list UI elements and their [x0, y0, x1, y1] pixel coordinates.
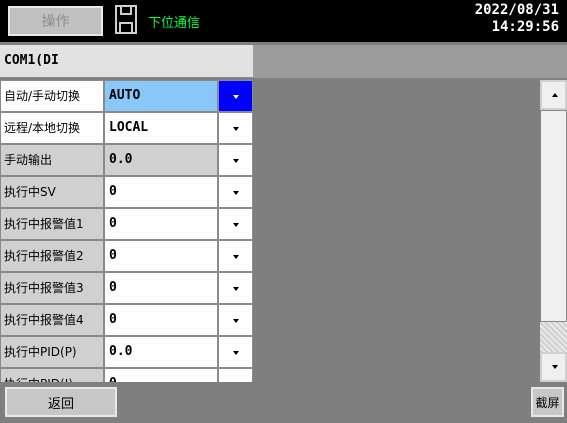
table-row: 自动/手动切换 AUTO [0, 80, 253, 112]
chevron-down-icon[interactable] [218, 368, 253, 382]
table-row: 执行中报警值4 0 [0, 304, 253, 336]
empty-panel [253, 80, 567, 382]
vertical-scrollbar[interactable] [540, 80, 567, 382]
parameter-table: 自动/手动切换 AUTO 远程/本地切换 LOCAL 手动输出 0.0 执行中S… [0, 80, 253, 382]
chevron-down-icon[interactable] [218, 304, 253, 336]
chevron-down-icon[interactable] [218, 80, 253, 112]
table-row: 远程/本地切换 LOCAL [0, 112, 253, 144]
row-value[interactable]: 0.0 [104, 336, 218, 368]
chevron-down-icon[interactable] [218, 176, 253, 208]
top-bar: 操作 下位通信 2022/08/31 14:29:56 [0, 0, 567, 42]
table-row: 执行中SV 0 [0, 176, 253, 208]
chevron-down-icon[interactable] [218, 144, 253, 176]
row-label: 执行中SV [0, 176, 104, 208]
row-label: 执行中报警值1 [0, 208, 104, 240]
chevron-down-icon[interactable] [218, 112, 253, 144]
scroll-track[interactable] [540, 322, 567, 352]
row-value[interactable]: 0 [104, 176, 218, 208]
row-label: 远程/本地切换 [0, 112, 104, 144]
row-label: 自动/手动切换 [0, 80, 104, 112]
table-row: 执行中PID(P) 0.0 [0, 336, 253, 368]
row-value[interactable]: 0 [104, 304, 218, 336]
panel-title: COM1(DI [0, 45, 253, 78]
chevron-down-icon[interactable] [218, 336, 253, 368]
screenshot-button[interactable]: 截屏 [531, 387, 564, 417]
scroll-up-icon[interactable] [540, 80, 567, 110]
row-value[interactable]: AUTO [104, 80, 218, 112]
table-row: 手动输出 0.0 [0, 144, 253, 176]
table-row: 执行中报警值3 0 [0, 272, 253, 304]
row-label: 执行中PID(I) [0, 368, 104, 382]
row-label: 执行中报警值4 [0, 304, 104, 336]
datetime: 2022/08/31 14:29:56 [475, 2, 559, 36]
row-value[interactable]: 0.0 [104, 144, 218, 176]
chevron-down-icon[interactable] [218, 240, 253, 272]
scroll-thumb[interactable] [540, 110, 567, 322]
chevron-down-icon[interactable] [218, 208, 253, 240]
floppy-disk-icon[interactable] [115, 5, 137, 34]
chevron-down-icon[interactable] [218, 272, 253, 304]
row-value[interactable]: 0 [104, 272, 218, 304]
comm-status-label: 下位通信 [148, 16, 201, 31]
time-text: 14:29:56 [491, 19, 559, 35]
row-value[interactable]: 0 [104, 368, 218, 382]
row-label: 手动输出 [0, 144, 104, 176]
table-row: 执行中报警值2 0 [0, 240, 253, 272]
table-row: 执行中PID(I) 0 [0, 368, 253, 382]
row-value[interactable]: 0 [104, 240, 218, 272]
row-value[interactable]: 0 [104, 208, 218, 240]
scroll-down-icon[interactable] [540, 352, 567, 382]
date-text: 2022/08/31 [474, 2, 559, 18]
row-label: 执行中PID(P) [0, 336, 104, 368]
row-label: 执行中报警值2 [0, 240, 104, 272]
row-value[interactable]: LOCAL [104, 112, 218, 144]
operate-button[interactable]: 操作 [8, 6, 103, 36]
table-row: 执行中报警值1 0 [0, 208, 253, 240]
back-button[interactable]: 返回 [5, 387, 117, 417]
panel-title-right [253, 45, 567, 78]
row-label: 执行中报警值3 [0, 272, 104, 304]
bottom-bar: 返回 截屏 [0, 382, 567, 423]
